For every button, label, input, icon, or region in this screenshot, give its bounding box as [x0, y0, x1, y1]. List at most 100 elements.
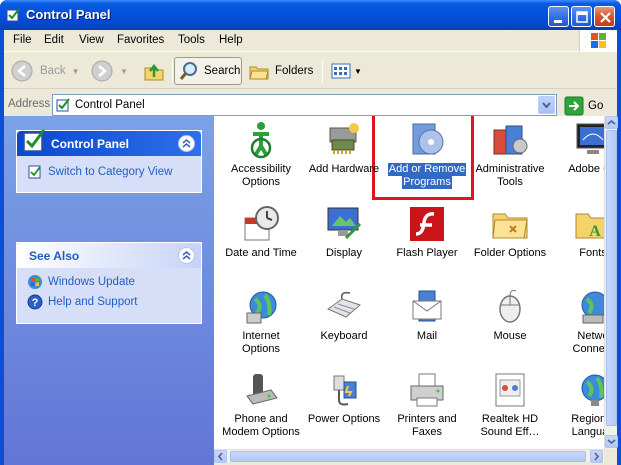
scroll-left-button[interactable]	[214, 450, 227, 463]
collapse-button[interactable]	[178, 247, 195, 264]
item-keyboard[interactable]: Keyboard	[302, 287, 386, 343]
close-button[interactable]	[594, 6, 615, 27]
phone-modem-icon	[246, 374, 278, 405]
internet-options-icon	[246, 291, 277, 324]
adobe-gamma-icon	[576, 123, 604, 154]
search-button[interactable]: Search	[174, 57, 242, 85]
accessibility-icon	[250, 122, 272, 159]
control-panel-task-box: Control Panel Switch to Category View	[16, 129, 202, 193]
minimize-button[interactable]	[548, 6, 569, 27]
explorer-window: Control Panel File Edit View Favorites T…	[0, 0, 621, 465]
item-mouse[interactable]: Mouse	[468, 287, 552, 343]
item-label: Display	[325, 247, 363, 259]
switch-category-view-link[interactable]: Switch to Category View	[27, 162, 191, 182]
item-label: Options	[242, 343, 280, 355]
keyboard-icon	[326, 291, 361, 318]
menu-view[interactable]: View	[79, 34, 104, 46]
control-panel-icon	[56, 98, 70, 112]
item-mail[interactable]: Mail	[385, 287, 469, 343]
item-phone-modem-options[interactable]: Phone and Modem Options	[219, 370, 303, 439]
panel-header[interactable]: Control Panel	[17, 129, 201, 156]
item-display[interactable]: Display	[302, 204, 386, 260]
go-button[interactable]: Go	[564, 96, 603, 116]
item-administrative-tools[interactable]: Administrative Tools	[468, 120, 552, 189]
chevron-down-icon	[607, 439, 616, 445]
scroll-up-button[interactable]	[605, 116, 618, 129]
content-area: Control Panel Switch to Category View Se…	[4, 116, 618, 465]
minimize-icon	[554, 20, 562, 23]
menu-bar: File Edit View Favorites Tools Help	[4, 30, 617, 52]
mouse-icon	[499, 290, 521, 323]
address-field[interactable]: Control Panel	[52, 94, 557, 116]
add-hardware-icon	[329, 123, 359, 154]
scroll-right-button[interactable]	[590, 450, 603, 463]
item-printers-faxes[interactable]: Printers and Faxes	[385, 370, 469, 439]
windows-update-link[interactable]: Windows Update	[27, 272, 191, 292]
item-date-time[interactable]: Date and Time	[219, 204, 303, 260]
item-label: Mail	[416, 330, 438, 342]
address-value: Control Panel	[75, 99, 145, 111]
item-flash-player[interactable]: Flash Player	[385, 204, 469, 260]
panel-header[interactable]: See Also	[17, 243, 201, 268]
go-label: Go	[588, 100, 604, 112]
scroll-down-button[interactable]	[605, 435, 618, 448]
back-dropdown-icon[interactable]: ▼	[72, 67, 80, 76]
item-regional-language-options[interactable]: RegionalLanguag	[551, 370, 604, 439]
search-icon	[179, 62, 197, 80]
views-button[interactable]: ▼	[330, 57, 362, 85]
address-dropdown-button[interactable]	[538, 96, 555, 114]
menu-file[interactable]: File	[13, 34, 32, 46]
up-folder-button[interactable]	[142, 57, 166, 85]
close-icon	[600, 12, 611, 23]
menu-help[interactable]: Help	[219, 34, 243, 46]
item-adobe-gamma[interactable]: Adobe Ga	[551, 120, 604, 176]
help-support-link[interactable]: ? Help and Support	[27, 292, 191, 312]
folders-icon	[249, 66, 269, 80]
power-options-icon	[333, 375, 357, 406]
forward-dropdown-icon[interactable]: ▼	[120, 67, 128, 76]
item-realtek-hd-sound[interactable]: Realtek HD Sound Eff…	[468, 370, 552, 439]
windows-update-label: Windows Update	[48, 276, 135, 288]
window-client: File Edit View Favorites Tools Help Back…	[4, 30, 618, 465]
folders-button[interactable]: Folders	[248, 57, 313, 85]
item-label: Options	[242, 176, 280, 188]
item-label: Administrative	[475, 163, 545, 175]
item-label: Internet	[242, 330, 280, 342]
menu-edit[interactable]: Edit	[44, 34, 64, 46]
forward-button[interactable]: ▼	[90, 57, 128, 85]
item-add-remove-programs[interactable]: Add or Remove Programs	[385, 120, 469, 189]
item-fonts[interactable]: A Fonts	[551, 204, 604, 260]
horizontal-scrollbar[interactable]	[214, 449, 604, 463]
up-folder-icon	[144, 63, 164, 81]
title-bar[interactable]: Control Panel	[0, 0, 621, 30]
item-label: Regional	[571, 413, 604, 425]
views-dropdown-icon[interactable]: ▼	[354, 67, 362, 76]
add-remove-programs-icon	[412, 123, 444, 155]
horizontal-scroll-thumb[interactable]	[230, 451, 586, 462]
item-label: Languag	[571, 426, 604, 438]
item-label: Folder Options	[473, 247, 547, 259]
item-network-connections[interactable]: NetwoConnect	[551, 287, 604, 356]
item-accessibility-options[interactable]: Accessibility Options	[219, 120, 303, 189]
panel-body: Switch to Category View	[17, 156, 201, 192]
item-label: Fonts	[579, 247, 604, 259]
item-add-hardware[interactable]: Add Hardware	[302, 120, 386, 176]
date-time-icon	[244, 206, 279, 241]
menu-favorites[interactable]: Favorites	[117, 34, 164, 46]
item-label: Mouse	[493, 330, 527, 342]
item-label: Modem Options	[222, 426, 300, 438]
item-internet-options[interactable]: Internet Options	[219, 287, 303, 356]
item-folder-options[interactable]: Folder Options	[468, 204, 552, 260]
back-arrow-icon	[11, 60, 33, 82]
vertical-scrollbar[interactable]	[604, 116, 618, 449]
realtek-sound-icon	[495, 373, 525, 407]
item-label: Netwo	[577, 330, 604, 342]
item-power-options[interactable]: Power Options	[302, 370, 386, 426]
fonts-icon: A	[575, 213, 604, 240]
menu-tools[interactable]: Tools	[178, 34, 205, 46]
maximize-button[interactable]	[571, 6, 592, 27]
vertical-scroll-thumb[interactable]	[606, 130, 617, 426]
address-label: Address	[8, 98, 51, 110]
collapse-button[interactable]	[178, 135, 195, 152]
back-button[interactable]: Back ▼	[10, 57, 80, 85]
